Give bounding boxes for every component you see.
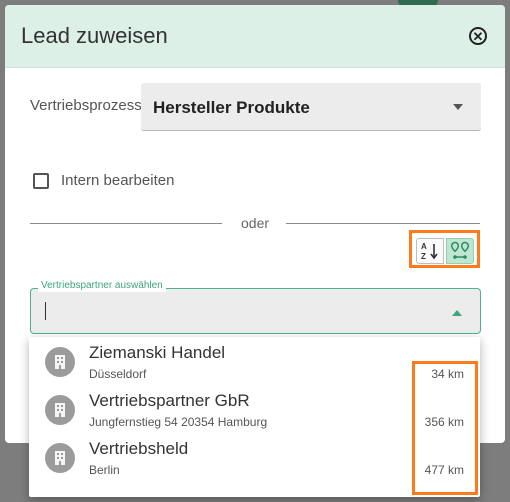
process-label: Vertriebsprozess [30,97,142,114]
close-button[interactable]: ✕ [469,27,487,45]
partner-dropdown: Ziemanski Handel Düsseldorf 34 km Vertri… [29,337,480,497]
text-cursor [45,302,46,320]
process-select-value: Hersteller Produkte [153,98,310,117]
partner-option[interactable]: Ziemanski Handel Düsseldorf 34 km [29,337,480,385]
divider-text: oder [241,215,270,231]
internal-checkbox[interactable] [33,172,49,189]
divider-left [30,223,222,224]
partner-field-label: Vertriebspartner auswählen [38,280,166,292]
sort-toggle-group: A Z [409,230,480,268]
partner-option[interactable]: Vertriebsheld Berlin 477 km [29,433,480,481]
partner-search-input[interactable] [30,288,481,334]
building-icon [45,347,75,377]
partner-name: Vertriebspartner GbR [89,391,250,410]
internal-checkbox-row[interactable]: Intern bearbeiten [33,172,174,189]
partner-name: Ziemanski Handel [89,343,226,362]
partner-address: Jungfernstieg 54 20354 Hamburg [89,415,268,429]
dialog-header: Lead zuweisen ✕ [5,5,505,68]
partner-option[interactable]: Vertriebspartner GbR Jungfernstieg 54 20… [29,385,480,433]
svg-text:A: A [421,242,427,251]
svg-text:Z: Z [421,252,426,261]
partner-address: Berlin [89,463,120,477]
close-icon: ✕ [472,28,484,44]
partner-distance: 356 km [424,415,464,429]
route-distance-icon [450,241,470,259]
sort-alphabetical-button[interactable]: A Z [416,238,444,264]
partner-name: Vertriebsheld [89,439,189,458]
sort-distance-button[interactable] [446,238,474,264]
internal-checkbox-label: Intern bearbeiten [61,172,175,189]
partner-distance: 34 km [431,367,464,381]
sort-alpha-icon: A Z [421,242,438,261]
building-icon [45,443,75,473]
chevron-down-icon [453,104,463,110]
partner-distance: 477 km [424,463,464,477]
dialog-title: Lead zuweisen [21,23,168,48]
building-icon [45,395,75,425]
chevron-up-icon [452,310,462,316]
divider-right [286,223,480,224]
process-select[interactable]: Hersteller Produkte [141,83,481,131]
partner-address: Düsseldorf [89,367,147,381]
